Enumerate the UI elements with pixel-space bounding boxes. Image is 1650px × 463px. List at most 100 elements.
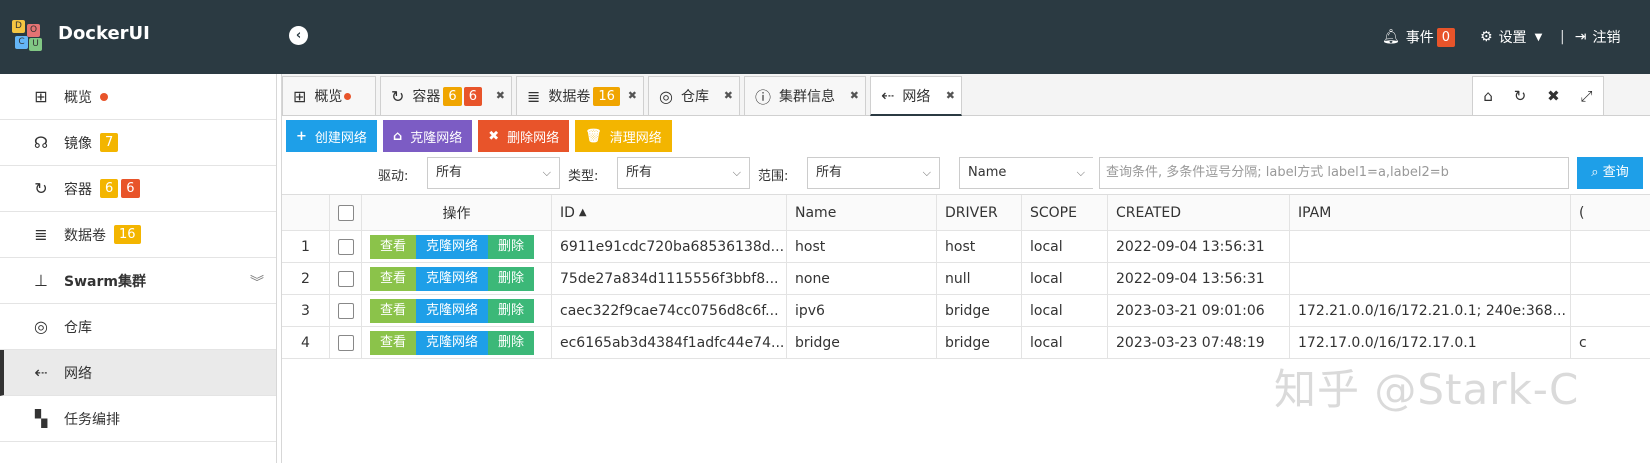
tab-label: 数据卷	[548, 89, 591, 105]
sidebar-item-swarm[interactable]: ⊥ Swarm集群 ︾	[0, 258, 276, 304]
settings-menu[interactable]: ⚙ 设置 ▼	[1480, 26, 1542, 48]
scope-select[interactable]: 所有 ⌵	[807, 157, 940, 189]
chevron-left-circle-icon[interactable]: ‹	[289, 26, 308, 45]
header-extra: (	[1579, 204, 1585, 221]
sidebar-item-images[interactable]: ☊ 镜像 7	[0, 120, 276, 166]
header-select-all[interactable]	[330, 195, 362, 230]
row-name: bridge	[787, 327, 937, 358]
status-dot	[344, 92, 352, 100]
events-menu[interactable]: 🔔︎ 事件 0	[1382, 26, 1456, 48]
header-scope[interactable]: SCOPE	[1022, 195, 1108, 230]
driver-select[interactable]: 所有 ⌵	[427, 157, 560, 189]
tab-networks[interactable]: ⇠ 网络 ✖	[870, 76, 962, 116]
header-driver[interactable]: DRIVER	[937, 195, 1022, 230]
tab-containers[interactable]: ↻ 容器 6 6 ✖	[380, 76, 512, 115]
tab-label: 集群信息	[779, 89, 836, 105]
row-scope: local	[1022, 231, 1108, 262]
checkbox[interactable]	[338, 204, 354, 221]
caret-down-icon: ▼	[1534, 31, 1543, 43]
row-actions: 查看 克隆网络 删除	[362, 263, 552, 294]
checkbox[interactable]	[338, 238, 354, 255]
settings-label: 设置	[1498, 30, 1527, 46]
database-icon: ≣	[527, 86, 541, 106]
refresh-icon[interactable]: ↻	[1514, 87, 1527, 105]
tab-overview[interactable]: ⊞ 概览	[282, 76, 376, 115]
view-button[interactable]: 查看	[370, 298, 417, 323]
sidebar-item-volumes[interactable]: ≣ 数据卷 16	[0, 212, 276, 258]
networks-table: 操作 ID ▲ Name DRIVER SCOPE CREATED IPAM (…	[282, 194, 1650, 359]
row-id: 6911e91cdc720ba68536138d...	[552, 231, 787, 262]
query-input[interactable]: 查询条件, 多条件逗号分隔; label方式 label1=a,label2=b	[1099, 157, 1569, 189]
usb-icon: ⇠	[34, 363, 48, 382]
docker-ui-logo-icon: D O C U	[12, 20, 44, 52]
sidebar-item-containers[interactable]: ↻ 容器 6 6	[0, 166, 276, 212]
close-icon: ✖	[488, 128, 500, 144]
clone-button[interactable]: 克隆网络	[416, 298, 489, 323]
row-select[interactable]	[330, 327, 362, 358]
field-select[interactable]: Name ⌵	[959, 157, 1093, 189]
table-row[interactable]: 4 查看 克隆网络 删除 ec6165ab3d4384f1adfc44e74... bri…	[282, 327, 1650, 359]
close-icon[interactable]: ✖	[724, 89, 733, 102]
tab-bar: ⊞ 概览 ↻ 容器 6 6 ✖ ≣ 数据卷 16 ✖ ◎ 仓库 ✖ ⓘ 集群信息…	[282, 74, 1650, 116]
clone-button[interactable]: 克隆网络	[416, 234, 489, 259]
delete-button[interactable]: 删除	[488, 330, 535, 355]
trash-icon: 🗑︎	[585, 128, 602, 144]
view-button[interactable]: 查看	[370, 266, 417, 291]
table-row[interactable]: 1 查看 克隆网络 删除 6911e91cdc720ba68536138d... host…	[282, 231, 1650, 263]
tab-cluster-info[interactable]: ⓘ 集群信息 ✖	[744, 76, 866, 115]
delete-network-button[interactable]: ✖ 删除网络	[478, 120, 570, 152]
table-row[interactable]: 3 查看 克隆网络 删除 caec322f9cae74cc0756d8c6f... ipv…	[282, 295, 1650, 327]
logout-icon: ⇥	[1574, 29, 1587, 45]
row-select[interactable]	[330, 295, 362, 326]
clone-network-button[interactable]: ⌂ 克隆网络	[382, 120, 473, 152]
checkbox[interactable]	[338, 334, 354, 351]
sidebar-item-registry[interactable]: ◎ 仓库	[0, 304, 276, 350]
view-button[interactable]: 查看	[370, 330, 417, 355]
sidebar-item-stacks[interactable]: ▚ 任务编排	[0, 396, 276, 442]
chevron-down-icon: ⌵	[732, 166, 741, 179]
select-value: Name	[968, 165, 1007, 180]
close-icon[interactable]: ✖	[850, 89, 859, 102]
header-actions: 操作	[362, 195, 552, 230]
delete-button[interactable]: 删除	[488, 234, 535, 259]
type-select[interactable]: 所有 ⌵	[617, 157, 750, 189]
bell-icon: 🔔︎	[1382, 29, 1400, 45]
button-label: 删除网络	[507, 130, 560, 146]
row-scope: local	[1022, 263, 1108, 294]
view-button[interactable]: 查看	[370, 234, 417, 259]
search-button[interactable]: ⌕ 查询	[1577, 157, 1643, 189]
delete-button[interactable]: 删除	[488, 298, 535, 323]
containers-total-badge: 6	[463, 86, 482, 106]
select-value: 所有	[626, 165, 653, 180]
row-select[interactable]	[330, 263, 362, 294]
sidebar-item-networks[interactable]: ⇠ 网络	[0, 350, 276, 396]
chevron-down-icon: ⌵	[1076, 166, 1085, 179]
clean-network-button[interactable]: 🗑︎ 清理网络	[575, 120, 672, 152]
chevron-double-down-icon: ︾	[250, 275, 264, 291]
clone-button[interactable]: 克隆网络	[416, 266, 489, 291]
header-id[interactable]: ID ▲	[552, 195, 787, 230]
checkbox[interactable]	[338, 270, 354, 287]
tab-registry[interactable]: ◎ 仓库 ✖	[648, 76, 740, 115]
clone-button[interactable]: 克隆网络	[416, 330, 489, 355]
row-select[interactable]	[330, 231, 362, 262]
containers-running-badge: 6	[100, 179, 119, 198]
home-icon[interactable]: ⌂	[1483, 87, 1493, 105]
sidebar-item-overview[interactable]: ⊞ 概览	[0, 74, 276, 120]
create-network-button[interactable]: + 创建网络	[286, 120, 377, 152]
close-icon[interactable]: ✖	[628, 89, 637, 102]
header-created[interactable]: CREATED	[1108, 195, 1290, 230]
delete-button[interactable]: 删除	[488, 266, 535, 291]
table-row[interactable]: 2 查看 克隆网络 删除 75de27a834d1115556f3bbf8... none…	[282, 263, 1650, 295]
header-name[interactable]: Name	[787, 195, 937, 230]
close-icon[interactable]: ✖	[496, 89, 505, 102]
logout-link[interactable]: | ⇥ 注销	[1560, 26, 1620, 48]
expand-icon[interactable]: ⤢	[1581, 87, 1593, 105]
close-icon[interactable]: ✖	[1547, 87, 1560, 105]
checkbox[interactable]	[338, 302, 354, 319]
close-icon[interactable]: ✖	[946, 89, 955, 102]
tab-volumes[interactable]: ≣ 数据卷 16 ✖	[516, 76, 644, 115]
header-ipam[interactable]: IPAM	[1290, 195, 1571, 230]
select-value: 所有	[816, 165, 843, 180]
headphones-icon: ☊	[33, 133, 49, 152]
